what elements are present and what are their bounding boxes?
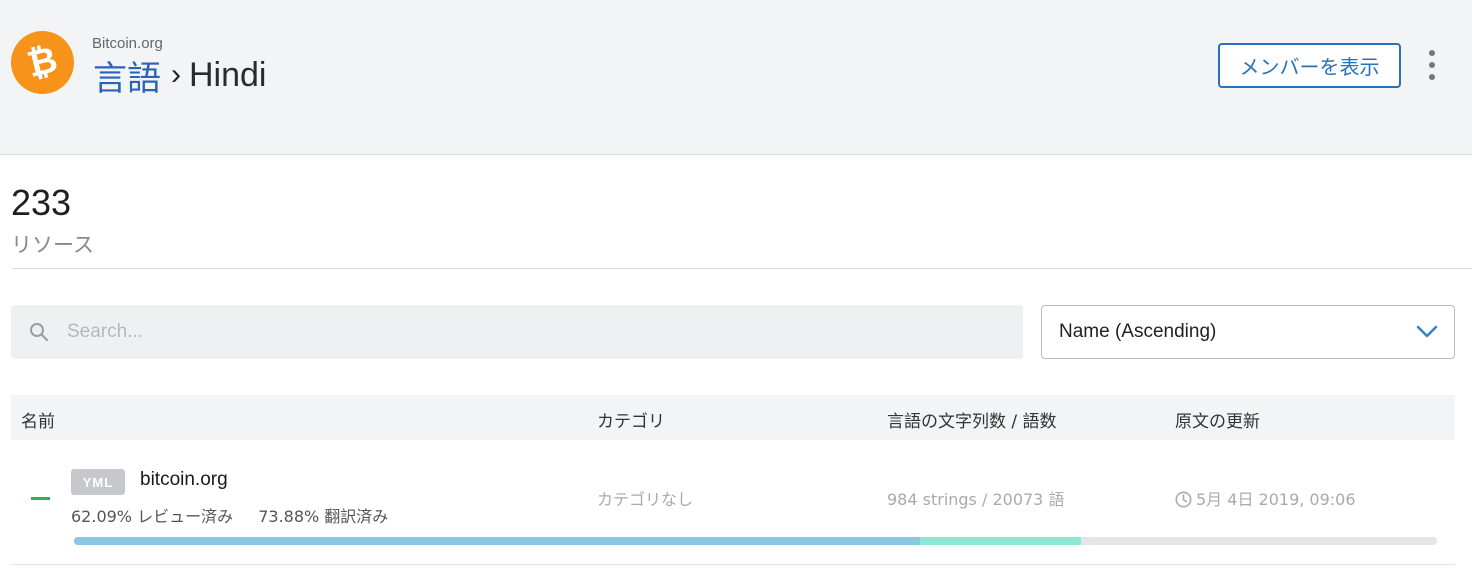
- section-divider: [11, 268, 1472, 269]
- file-type-badge: YML: [71, 469, 125, 495]
- project-header: ₿ Bitcoin.org 言語 › Hindi メンバーを表示: [0, 0, 1472, 155]
- category-cell: カテゴリなし: [597, 490, 694, 509]
- breadcrumb: 言語 › Hindi: [93, 52, 266, 98]
- updated-date: 5月 4日 2019, 09:06: [1196, 490, 1356, 509]
- resource-name-link[interactable]: bitcoin.org: [140, 469, 228, 491]
- kebab-menu-icon[interactable]: [1422, 48, 1442, 82]
- search-icon: [30, 323, 49, 342]
- column-header-updated[interactable]: 原文の更新: [1175, 407, 1260, 432]
- counts-cell: 984 strings / 20073 語: [887, 490, 1065, 509]
- org-name: Bitcoin.org: [92, 35, 163, 52]
- updated-cell: 5月 4日 2019, 09:06: [1175, 486, 1356, 510]
- sort-value: Name (Ascending): [1059, 321, 1217, 342]
- view-members-button[interactable]: メンバーを表示: [1218, 43, 1401, 88]
- status-indicator: [31, 497, 50, 500]
- table-row[interactable]: YML bitcoin.org 62.09% レビュー済み 73.88% 翻訳済…: [11, 440, 1455, 565]
- search-box: [11, 305, 1023, 359]
- column-header-category[interactable]: カテゴリ: [597, 407, 665, 432]
- clock-icon: [1175, 491, 1192, 508]
- chevron-down-icon: [1416, 325, 1438, 338]
- table-header: 名前 カテゴリ 言語の文字列数 / 語数 原文の更新: [11, 395, 1455, 440]
- resource-count-label: リソース: [11, 233, 94, 257]
- resource-stats: 62.09% レビュー済み 73.88% 翻訳済み: [71, 503, 388, 527]
- bitcoin-icon: ₿: [23, 39, 61, 86]
- bitcoin-logo: ₿: [11, 31, 74, 94]
- reviewed-percentage: 62.09% レビュー済み: [71, 507, 234, 526]
- column-header-counts[interactable]: 言語の文字列数 / 語数: [887, 407, 1057, 432]
- svg-text:₿: ₿: [23, 39, 61, 86]
- resource-count: 233: [11, 182, 72, 223]
- translation-progress-bar: [74, 537, 1437, 545]
- page-title: Hindi: [189, 55, 267, 94]
- breadcrumb-separator: ›: [171, 58, 181, 91]
- sort-select[interactable]: Name (Ascending): [1041, 305, 1455, 359]
- progress-reviewed: [74, 537, 921, 545]
- row-divider: [11, 564, 1455, 565]
- column-header-name[interactable]: 名前: [21, 407, 55, 432]
- translated-percentage: 73.88% 翻訳済み: [258, 507, 389, 526]
- breadcrumb-languages-link[interactable]: 言語: [93, 51, 161, 100]
- search-input[interactable]: [65, 305, 1005, 359]
